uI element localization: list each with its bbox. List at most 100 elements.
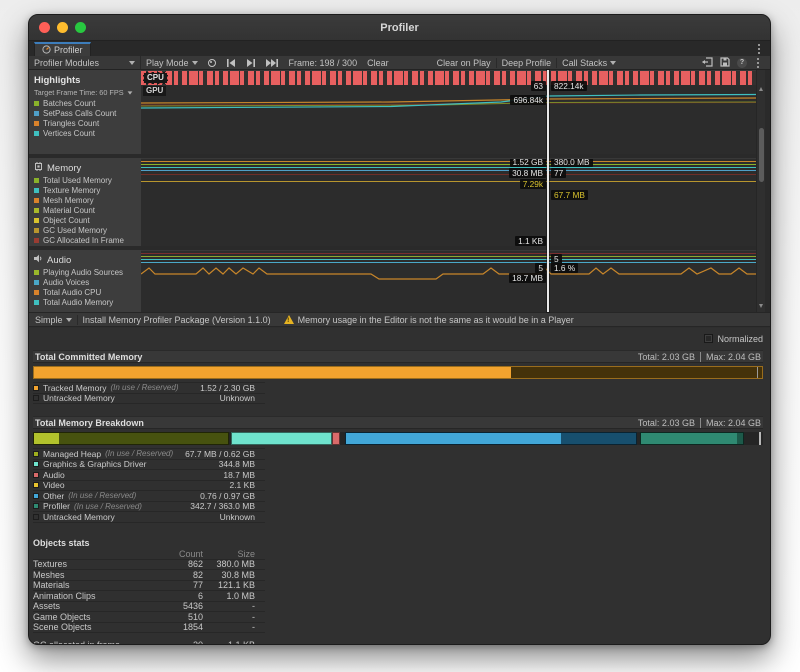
next-frame-button[interactable] (241, 56, 261, 69)
module-memory[interactable]: Memory Total Used Memory Texture Memory (29, 158, 141, 246)
legend-row[interactable]: Other (In use / Reserved) 0.76 / 0.97 GB (33, 491, 265, 502)
profiler-gauge-icon (42, 45, 51, 56)
counter-item[interactable]: Total Audio CPU (34, 287, 141, 297)
zoom-button[interactable] (75, 22, 86, 33)
chart-value-label: 7.29k (520, 179, 546, 189)
table-row[interactable]: Animation Clips 6 1.0 MB (33, 591, 265, 602)
counter-item[interactable]: SetPass Calls Count (34, 108, 141, 118)
counter-item[interactable]: Material Count (34, 205, 141, 215)
counter-item[interactable]: Texture Memory (34, 185, 141, 195)
memory-details-pane: Normalized Total Committed Memory Total:… (29, 328, 770, 644)
objects-stats-table: Count Size Textures 862 380.0 MB Meshes … (33, 549, 265, 646)
scrollbar-thumb[interactable] (759, 128, 764, 182)
breakdown-max: Max: 2.04 GB (700, 418, 761, 428)
gc-allocated-row[interactable]: GC allocated in frame 20 1.1 KB (33, 640, 265, 645)
profiler-segment[interactable] (640, 432, 744, 445)
graphics-segment[interactable] (231, 432, 332, 445)
counter-item[interactable]: Playing Audio Sources (34, 267, 141, 277)
memory-counter-list: Total Used Memory Texture Memory Mesh Me… (34, 175, 141, 245)
counter-item[interactable]: Batches Count (34, 98, 141, 108)
normalized-checkbox[interactable] (704, 334, 713, 343)
committed-memory-bar[interactable] (33, 366, 763, 379)
legend-row[interactable]: Profiler (In use / Reserved) 342.7 / 363… (33, 502, 265, 513)
other-segment[interactable] (345, 432, 637, 445)
counter-item[interactable]: Total Audio Memory (34, 297, 141, 307)
counter-item[interactable]: Total Used Memory (34, 175, 141, 185)
table-row[interactable]: Game Objects 510 - (33, 612, 265, 623)
gpu-track-label[interactable]: GPU (143, 86, 166, 96)
install-memory-profiler-button[interactable]: Install Memory Profiler Package (Version… (78, 313, 276, 326)
legend-swatch (33, 472, 39, 478)
legend-value: 67.7 MB / 0.62 GB (185, 449, 255, 459)
prev-frame-button[interactable] (221, 56, 241, 69)
clear-button[interactable]: Clear (362, 56, 394, 69)
legend-row[interactable]: Graphics & Graphics Driver 344.8 MB (33, 460, 265, 471)
scroll-up-icon[interactable] (759, 87, 763, 91)
counter-item[interactable]: Audio Voices (34, 277, 141, 287)
chart-value-label: 696.84k (510, 95, 546, 105)
profiler-window: Profiler Profiler Profiler Modules Play … (28, 14, 771, 645)
managed-heap-segment[interactable] (33, 432, 229, 445)
audio-cpu-line (141, 251, 756, 312)
counter-item[interactable]: Vertices Count (34, 128, 141, 138)
table-row[interactable]: Assets 5436 - (33, 602, 265, 613)
table-row[interactable]: Meshes 82 30.8 MB (33, 570, 265, 581)
module-audio[interactable]: Audio Playing Audio Sources Audio Voices (29, 250, 141, 312)
memory-chart[interactable]: 1.52 GB 380.0 MB 30.8 MB 77 7.29k 67.7 M… (141, 158, 756, 246)
legend-swatch (33, 482, 39, 488)
tab-profiler[interactable]: Profiler (34, 42, 91, 56)
audio-segment[interactable] (332, 432, 339, 445)
help-icon[interactable]: ? (737, 58, 747, 68)
pane-menu-icon[interactable] (754, 43, 764, 54)
legend-row[interactable]: Audio 18.7 MB (33, 470, 265, 481)
object-size: - (203, 612, 255, 622)
minimize-button[interactable] (57, 22, 68, 33)
record-button[interactable] (203, 56, 221, 69)
legend-row[interactable]: Untracked Memory Unknown (33, 394, 265, 405)
legend-value: 18.7 MB (223, 470, 255, 480)
table-row[interactable]: Textures 862 380.0 MB (33, 560, 265, 571)
scroll-down-icon[interactable] (759, 304, 763, 308)
legend-row[interactable]: Managed Heap (In use / Reserved) 67.7 MB… (33, 449, 265, 460)
counter-item[interactable]: GC Allocated In Frame (34, 235, 141, 245)
play-mode-dropdown[interactable]: Play Mode (141, 56, 203, 69)
highlights-chart[interactable]: 63 822.14k 696.84k CPU GPU (141, 70, 756, 154)
chart-vertical-scrollbar[interactable] (756, 70, 765, 312)
counter-label: Object Count (43, 216, 90, 225)
memory-breakdown-bar[interactable] (33, 432, 763, 445)
load-profile-icon[interactable] (702, 57, 713, 69)
committed-total: Total: 2.03 GB (638, 352, 695, 362)
deep-profile-button[interactable]: Deep Profile (497, 56, 557, 69)
module-highlights[interactable]: Highlights Target Frame Time: 60 FPS Bat… (29, 70, 141, 154)
object-count: 862 (147, 559, 203, 569)
profiler-chart-area[interactable]: 63 822.14k 696.84k CPU GPU (141, 70, 756, 312)
clear-on-play-button[interactable]: Clear on Play (432, 56, 496, 69)
memory-view-mode-dropdown[interactable]: Simple (29, 313, 77, 326)
close-button[interactable] (39, 22, 50, 33)
frame-playhead[interactable] (547, 70, 549, 312)
memory-line (141, 174, 756, 175)
legend-label: Audio (43, 470, 65, 480)
chart-value-label: 380.0 MB (551, 158, 593, 167)
editor-memory-warning-text: Memory usage in the Editor is not the sa… (298, 315, 574, 325)
legend-row[interactable]: Tracked Memory (In use / Reserved) 1.52 … (33, 383, 265, 394)
profiler-modules-dropdown[interactable]: Profiler Modules (29, 56, 141, 69)
counter-item[interactable]: GC Used Memory (34, 225, 141, 235)
call-stacks-dropdown[interactable]: Call Stacks (557, 56, 621, 69)
counter-item[interactable]: Triangles Count (34, 118, 141, 128)
counter-label: Total Audio CPU (43, 288, 101, 297)
audio-chart[interactable]: 5 5 1.6 % 18.7 MB (141, 250, 756, 312)
normalized-row: Normalized (33, 331, 763, 346)
counter-item[interactable]: Object Count (34, 215, 141, 225)
target-frame-time-dropdown[interactable]: Target Frame Time: 60 FPS (34, 87, 141, 98)
table-row[interactable]: Materials 77 121.1 KB (33, 581, 265, 592)
title-bar[interactable]: Profiler (29, 15, 770, 41)
legend-row[interactable]: Video 2.1 KB (33, 481, 265, 492)
cpu-track-label[interactable]: CPU (143, 72, 168, 84)
legend-row[interactable]: Untracked Memory Unknown (33, 512, 265, 523)
window-menu-icon[interactable] (754, 57, 762, 68)
save-profile-icon[interactable] (720, 57, 730, 69)
counter-item[interactable]: Mesh Memory (34, 195, 141, 205)
current-frame-button[interactable] (261, 56, 284, 69)
table-row[interactable]: Scene Objects 1854 - (33, 623, 265, 634)
